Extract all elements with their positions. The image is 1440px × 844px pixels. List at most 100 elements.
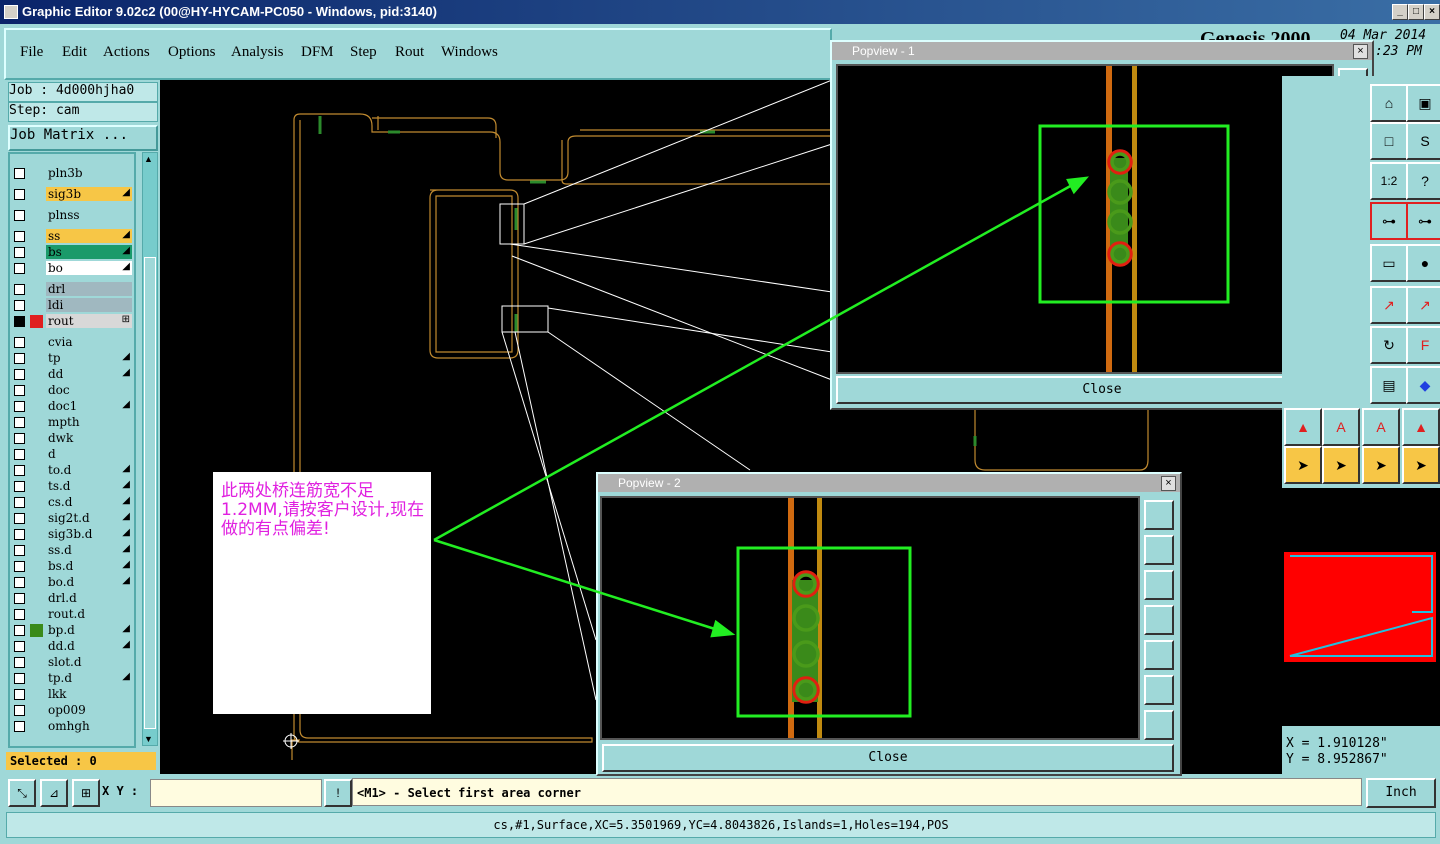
layer-row[interactable]: sig2t.d ◢ — [10, 511, 134, 526]
popview-2-close-icon[interactable]: × — [1161, 476, 1176, 491]
measure-icon[interactable]: ⊿ — [40, 779, 68, 807]
popview-zoom-out-icon[interactable] — [1144, 710, 1174, 740]
popview-1-titlebar[interactable]: Popview - 1 × — [832, 42, 1372, 60]
layer-row[interactable]: tp.d ◢ — [10, 671, 134, 686]
popview-2-window[interactable]: Popview - 2 × Close — [596, 472, 1182, 776]
tool-split-icon[interactable]: ▤ — [1370, 366, 1408, 404]
layer-row[interactable]: tp ◢ — [10, 351, 134, 366]
menu-step[interactable]: Step — [350, 44, 377, 61]
layer-checkbox[interactable] — [14, 593, 25, 604]
layer-row[interactable]: ss ◢ — [10, 229, 134, 244]
layer-checkbox[interactable] — [14, 609, 25, 620]
tool-select3-icon[interactable]: ➤ — [1362, 446, 1400, 484]
popview-2-titlebar[interactable]: Popview - 2 × — [598, 474, 1180, 492]
layer-row[interactable]: dd ◢ — [10, 367, 134, 382]
layer-checkbox[interactable] — [14, 189, 25, 200]
tool-mirror-icon[interactable]: F — [1406, 326, 1440, 364]
layer-checkbox[interactable] — [14, 417, 25, 428]
tool-select2-icon[interactable]: ➤ — [1322, 446, 1360, 484]
tool-fill-icon[interactable]: ● — [1406, 244, 1440, 282]
layer-row[interactable]: rout ⊞ — [10, 314, 134, 329]
tool-home-icon[interactable]: ⌂ — [1370, 84, 1408, 122]
layer-checkbox[interactable] — [14, 481, 25, 492]
layer-row[interactable]: doc — [10, 383, 134, 398]
tool-rotate-icon[interactable]: ↻ — [1370, 326, 1408, 364]
layer-row[interactable]: drl.d — [10, 591, 134, 606]
layer-checkbox[interactable] — [14, 263, 25, 274]
minimap[interactable] — [1282, 488, 1440, 726]
layer-row[interactable]: plnss — [10, 208, 134, 223]
tool-add-b-icon[interactable]: A — [1322, 408, 1360, 446]
layer-row[interactable]: op009 — [10, 703, 134, 718]
layer-checkbox[interactable] — [14, 231, 25, 242]
tool-ruler-icon[interactable]: ▭ — [1370, 244, 1408, 282]
popview-pan-left-icon[interactable] — [1144, 605, 1174, 635]
layer-checkbox[interactable] — [14, 401, 25, 412]
layer-checkbox[interactable] — [14, 369, 25, 380]
layer-row[interactable]: rout.d — [10, 607, 134, 622]
grid-icon[interactable]: ⊞ — [72, 779, 100, 807]
scroll-thumb[interactable] — [144, 257, 156, 729]
layer-checkbox[interactable] — [14, 449, 25, 460]
popview-1-view[interactable] — [836, 64, 1334, 374]
layer-checkbox[interactable] — [14, 721, 25, 732]
tool-s-icon[interactable]: S — [1406, 122, 1440, 160]
menu-rout[interactable]: Rout — [395, 44, 424, 61]
layer-checkbox[interactable] — [14, 247, 25, 258]
xy-input[interactable] — [150, 779, 322, 807]
layer-row[interactable]: ts.d ◢ — [10, 479, 134, 494]
menu-edit[interactable]: Edit — [62, 44, 87, 61]
tool-add-c-icon[interactable]: A — [1362, 408, 1400, 446]
layer-checkbox[interactable] — [14, 497, 25, 508]
tool-shapes-icon[interactable]: ◆ — [1406, 366, 1440, 404]
scroll-down-icon[interactable]: ▼ — [144, 734, 154, 744]
layer-row[interactable]: omhgh — [10, 719, 134, 734]
tool-snap-icon[interactable]: □ — [1370, 122, 1408, 160]
layer-row[interactable]: bs.d ◢ — [10, 559, 134, 574]
scroll-up-icon[interactable]: ▲ — [144, 154, 154, 164]
layer-checkbox[interactable] — [14, 545, 25, 556]
tool-add-d-icon[interactable]: ▲ — [1402, 408, 1440, 446]
layer-row[interactable]: sig3b ◢ — [10, 187, 134, 202]
layer-checkbox[interactable] — [14, 337, 25, 348]
menu-dfm[interactable]: DFM — [301, 44, 334, 61]
layer-row[interactable]: d — [10, 447, 134, 462]
layer-checkbox[interactable] — [14, 689, 25, 700]
tool-help-icon[interactable]: ? — [1406, 162, 1440, 200]
tool-scale-icon[interactable]: 1:2 — [1370, 162, 1408, 200]
unit-button[interactable]: Inch — [1366, 778, 1436, 808]
layer-checkbox[interactable] — [14, 513, 25, 524]
minimize-button[interactable]: _ — [1392, 4, 1408, 20]
layer-checkbox[interactable] — [14, 353, 25, 364]
layer-checkbox[interactable] — [14, 433, 25, 444]
close-window-button[interactable]: × — [1424, 4, 1440, 20]
tool-select4-icon[interactable]: ➤ — [1402, 446, 1440, 484]
job-matrix-button[interactable]: Job Matrix ... — [8, 125, 158, 151]
layer-checkbox[interactable] — [14, 168, 25, 179]
popview-zoom-home-icon[interactable] — [1144, 500, 1174, 530]
layer-row[interactable]: pln3b — [10, 166, 134, 181]
layer-row[interactable]: cvia — [10, 335, 134, 350]
layer-checkbox[interactable] — [14, 316, 25, 327]
layer-row[interactable]: ldi — [10, 298, 134, 313]
layer-row[interactable]: bo ◢ — [10, 261, 134, 276]
zoom-area-icon[interactable]: ⤡ — [8, 779, 36, 807]
menu-analysis[interactable]: Analysis — [231, 44, 284, 61]
popview-1-close-icon[interactable]: × — [1353, 44, 1368, 59]
layer-row[interactable]: bo.d ◢ — [10, 575, 134, 590]
menu-windows[interactable]: Windows — [441, 44, 498, 61]
layer-row[interactable]: to.d ◢ — [10, 463, 134, 478]
layer-checkbox[interactable] — [14, 284, 25, 295]
popview-pan-down-icon[interactable] — [1144, 570, 1174, 600]
layer-row[interactable]: bp.d ◢ — [10, 623, 134, 638]
layer-scrollbar[interactable]: ▲ ▼ — [142, 152, 158, 746]
popview-2-view[interactable] — [600, 496, 1140, 740]
tool-connect2-icon[interactable]: ↗ — [1406, 286, 1440, 324]
layer-row[interactable]: doc1 ◢ — [10, 399, 134, 414]
layer-row[interactable]: mpth — [10, 415, 134, 430]
alert-icon[interactable]: ! — [324, 779, 352, 807]
popview-pan-up-icon[interactable] — [1144, 535, 1174, 565]
menu-actions[interactable]: Actions — [103, 44, 150, 61]
layer-checkbox[interactable] — [14, 673, 25, 684]
tool-layout-icon[interactable]: ▣ — [1406, 84, 1440, 122]
